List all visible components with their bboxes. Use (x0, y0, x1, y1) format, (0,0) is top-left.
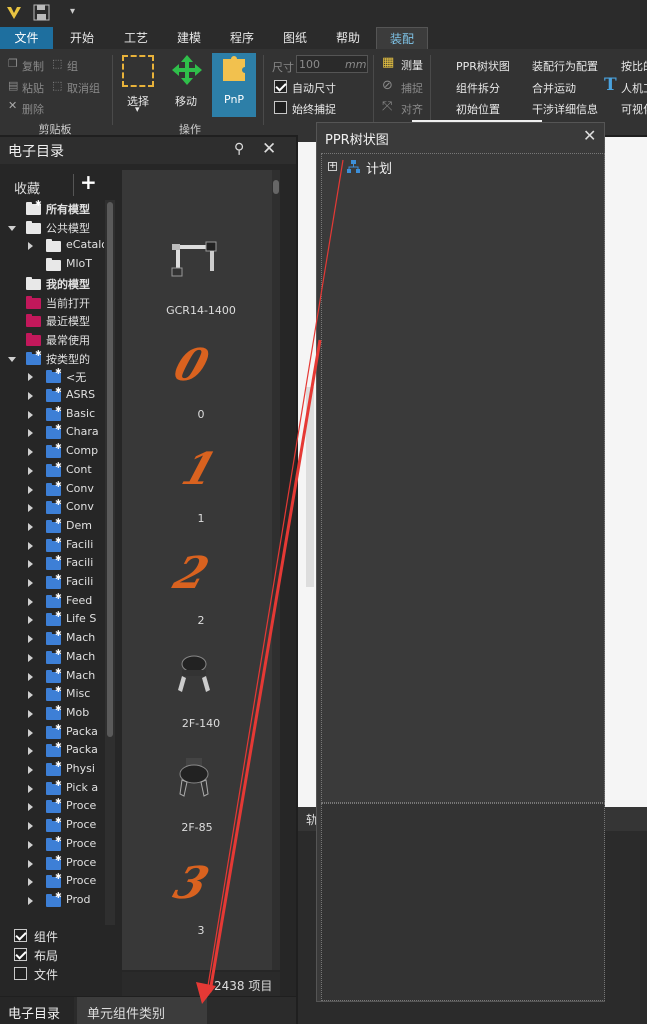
thin-arrow-line (205, 159, 344, 999)
arrow-head-icon (196, 982, 216, 1004)
app-window: ▾ 文件 开始 工艺 建模 程序 图纸 帮助 装配 ❐ 复制 ▤ 粘贴 ✕ 删除… (0, 0, 647, 1024)
thick-arrow-line (208, 339, 322, 993)
annotation-arrows (196, 159, 344, 1004)
